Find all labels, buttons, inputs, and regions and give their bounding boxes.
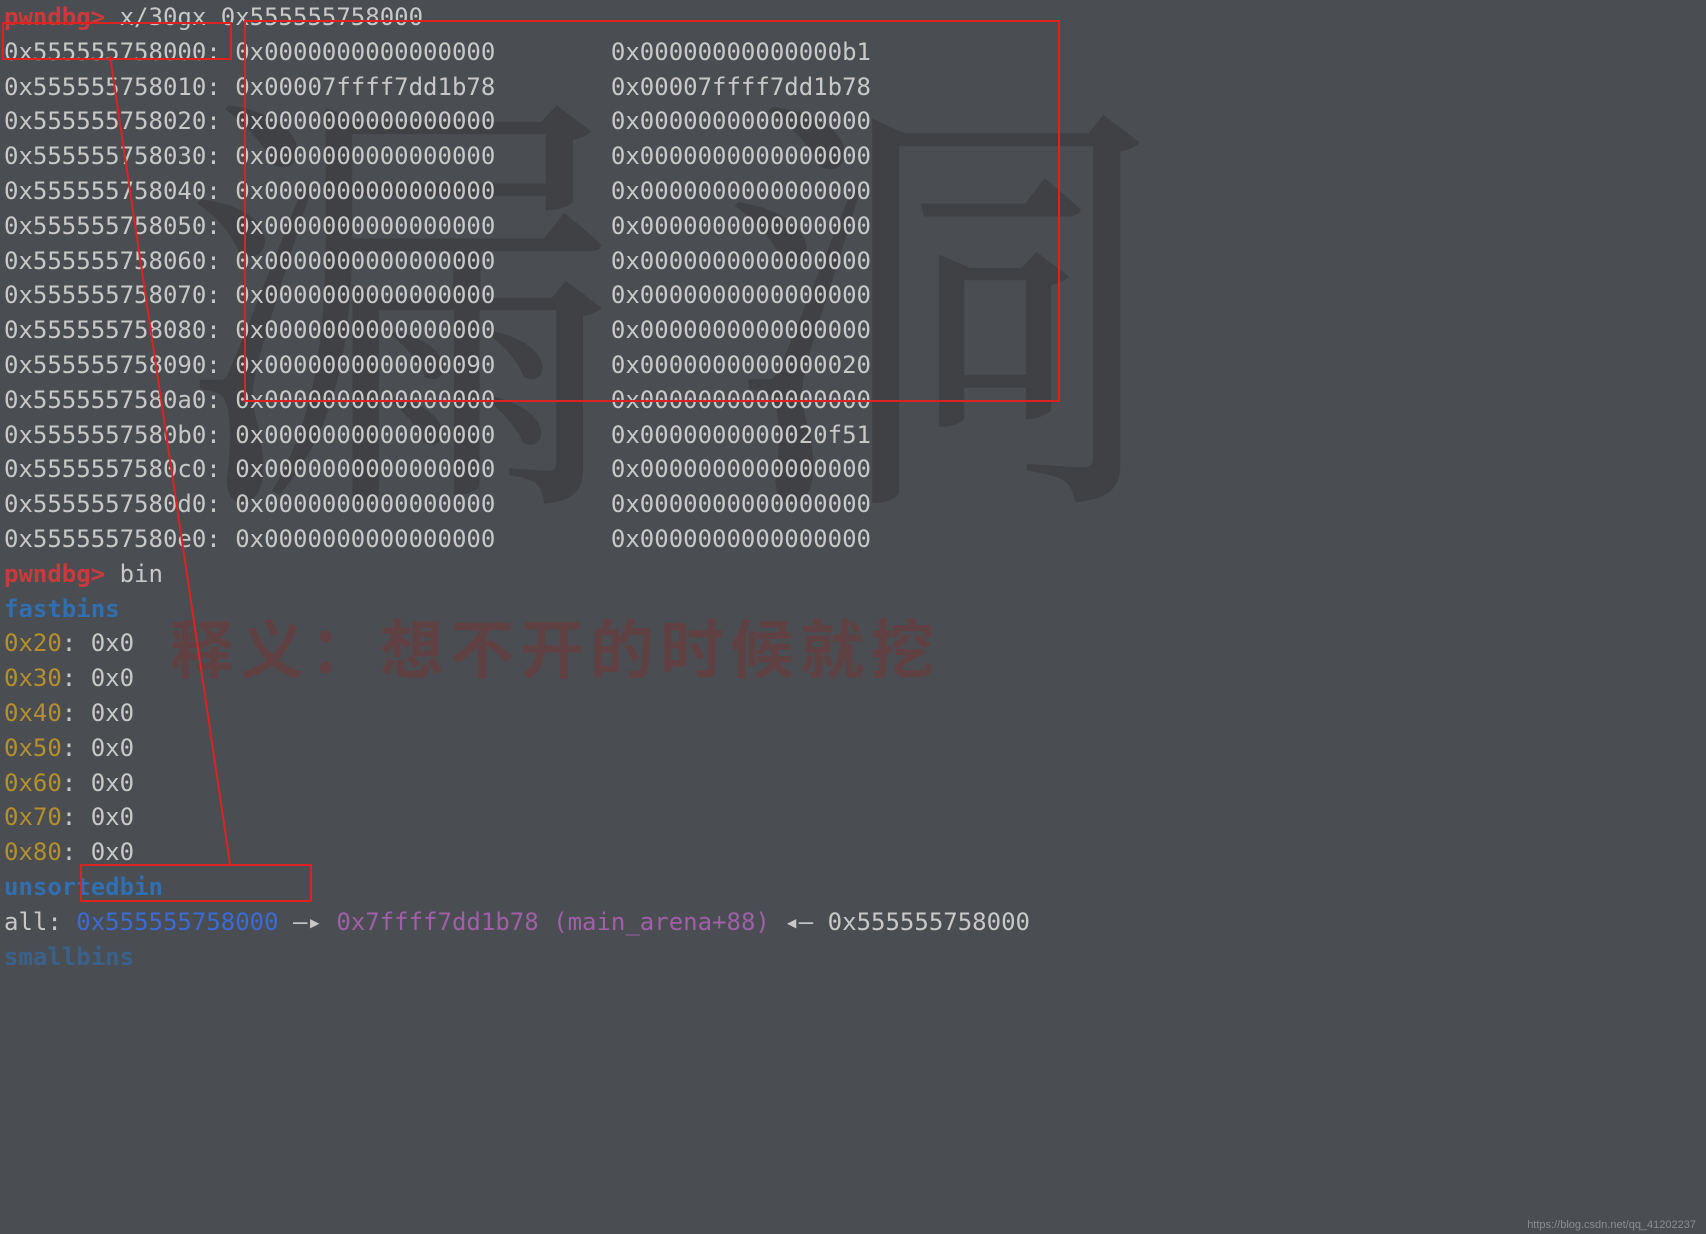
mem-addr: 0x555555758090	[4, 351, 206, 379]
mem-value-2: 0x0000000000000000	[611, 212, 871, 240]
unsortedbin-link: 0x555555758000	[76, 908, 278, 936]
unsortedbin-back: 0x555555758000	[828, 908, 1030, 936]
terminal-screenshot: 漏 洞 释义：想不开的时候就挖 pwndbg> x/30gx 0x5555557…	[0, 0, 1706, 1234]
mem-value-2: 0x0000000000000000	[611, 386, 871, 414]
terminal-output[interactable]: pwndbg> x/30gx 0x555555758000 0x55555575…	[0, 0, 1706, 974]
mem-value-1: 0x0000000000000000	[235, 421, 611, 449]
fastbin-size: 0x80	[4, 838, 62, 866]
command-bin: bin	[120, 560, 163, 588]
mem-addr: 0x555555758070	[4, 281, 206, 309]
mem-value-1: 0x0000000000000000	[235, 38, 611, 66]
fastbin-value: 0x0	[91, 629, 134, 657]
arrow-left-icon: ◂—	[784, 908, 813, 936]
csdn-watermark: https://blog.csdn.net/qq_41202237	[1527, 1218, 1696, 1234]
fastbin-value: 0x0	[91, 838, 134, 866]
fastbin-value: 0x0	[91, 699, 134, 727]
mem-value-2: 0x00007ffff7dd1b78	[611, 73, 871, 101]
fastbin-size: 0x40	[4, 699, 62, 727]
mem-value-1: 0x0000000000000000	[235, 107, 611, 135]
mem-value-2: 0x00000000000000b1	[611, 38, 871, 66]
mem-addr: 0x5555557580d0	[4, 490, 206, 518]
mem-addr: 0x5555557580b0	[4, 421, 206, 449]
pwndbg-prompt: pwndbg>	[4, 3, 105, 31]
main-arena-ref: 0x7ffff7dd1b78 (main_arena+88)	[336, 908, 769, 936]
mem-value-2: 0x0000000000000000	[611, 281, 871, 309]
mem-addr: 0x555555758040	[4, 177, 206, 205]
mem-addr: 0x5555557580e0	[4, 525, 206, 553]
command-examine: x/30gx 0x555555758000	[120, 3, 423, 31]
mem-value-2: 0x0000000000000000	[611, 490, 871, 518]
smallbins-heading: smallbins	[4, 943, 134, 971]
mem-value-2: 0x0000000000000000	[611, 525, 871, 553]
mem-addr: 0x555555758000	[4, 38, 206, 66]
mem-value-1: 0x0000000000000000	[235, 247, 611, 275]
fastbin-size: 0x60	[4, 769, 62, 797]
mem-value-1: 0x0000000000000090	[235, 351, 611, 379]
mem-addr: 0x555555758030	[4, 142, 206, 170]
mem-value-1: 0x0000000000000000	[235, 142, 611, 170]
mem-value-1: 0x0000000000000000	[235, 177, 611, 205]
mem-value-2: 0x0000000000000020	[611, 351, 871, 379]
mem-addr: 0x555555758080	[4, 316, 206, 344]
unsortedbin-heading: unsortedbin	[4, 873, 163, 901]
mem-value-1: 0x00007ffff7dd1b78	[235, 73, 611, 101]
mem-value-1: 0x0000000000000000	[235, 386, 611, 414]
mem-value-1: 0x0000000000000000	[235, 455, 611, 483]
mem-value-1: 0x0000000000000000	[235, 316, 611, 344]
fastbin-size: 0x50	[4, 734, 62, 762]
mem-value-2: 0x0000000000000000	[611, 316, 871, 344]
mem-value-2: 0x0000000000000000	[611, 455, 871, 483]
mem-addr: 0x5555557580c0	[4, 455, 206, 483]
unsortedbin-all-label: all	[4, 908, 47, 936]
fastbin-value: 0x0	[91, 769, 134, 797]
fastbins-heading: fastbins	[4, 595, 120, 623]
mem-value-1: 0x0000000000000000	[235, 212, 611, 240]
mem-value-1: 0x0000000000000000	[235, 490, 611, 518]
fastbin-value: 0x0	[91, 803, 134, 831]
mem-addr: 0x555555758050	[4, 212, 206, 240]
mem-value-2: 0x0000000000000000	[611, 177, 871, 205]
fastbin-size: 0x30	[4, 664, 62, 692]
mem-addr: 0x555555758010	[4, 73, 206, 101]
mem-addr: 0x5555557580a0	[4, 386, 206, 414]
arrow-right-icon: —▸	[293, 908, 322, 936]
mem-value-1: 0x0000000000000000	[235, 281, 611, 309]
mem-value-2: 0x0000000000020f51	[611, 421, 871, 449]
fastbin-value: 0x0	[91, 734, 134, 762]
fastbin-size: 0x20	[4, 629, 62, 657]
pwndbg-prompt: pwndbg>	[4, 560, 105, 588]
mem-value-2: 0x0000000000000000	[611, 142, 871, 170]
mem-value-2: 0x0000000000000000	[611, 247, 871, 275]
mem-value-2: 0x0000000000000000	[611, 107, 871, 135]
mem-addr: 0x555555758060	[4, 247, 206, 275]
fastbin-size: 0x70	[4, 803, 62, 831]
fastbin-value: 0x0	[91, 664, 134, 692]
mem-addr: 0x555555758020	[4, 107, 206, 135]
mem-value-1: 0x0000000000000000	[235, 525, 611, 553]
